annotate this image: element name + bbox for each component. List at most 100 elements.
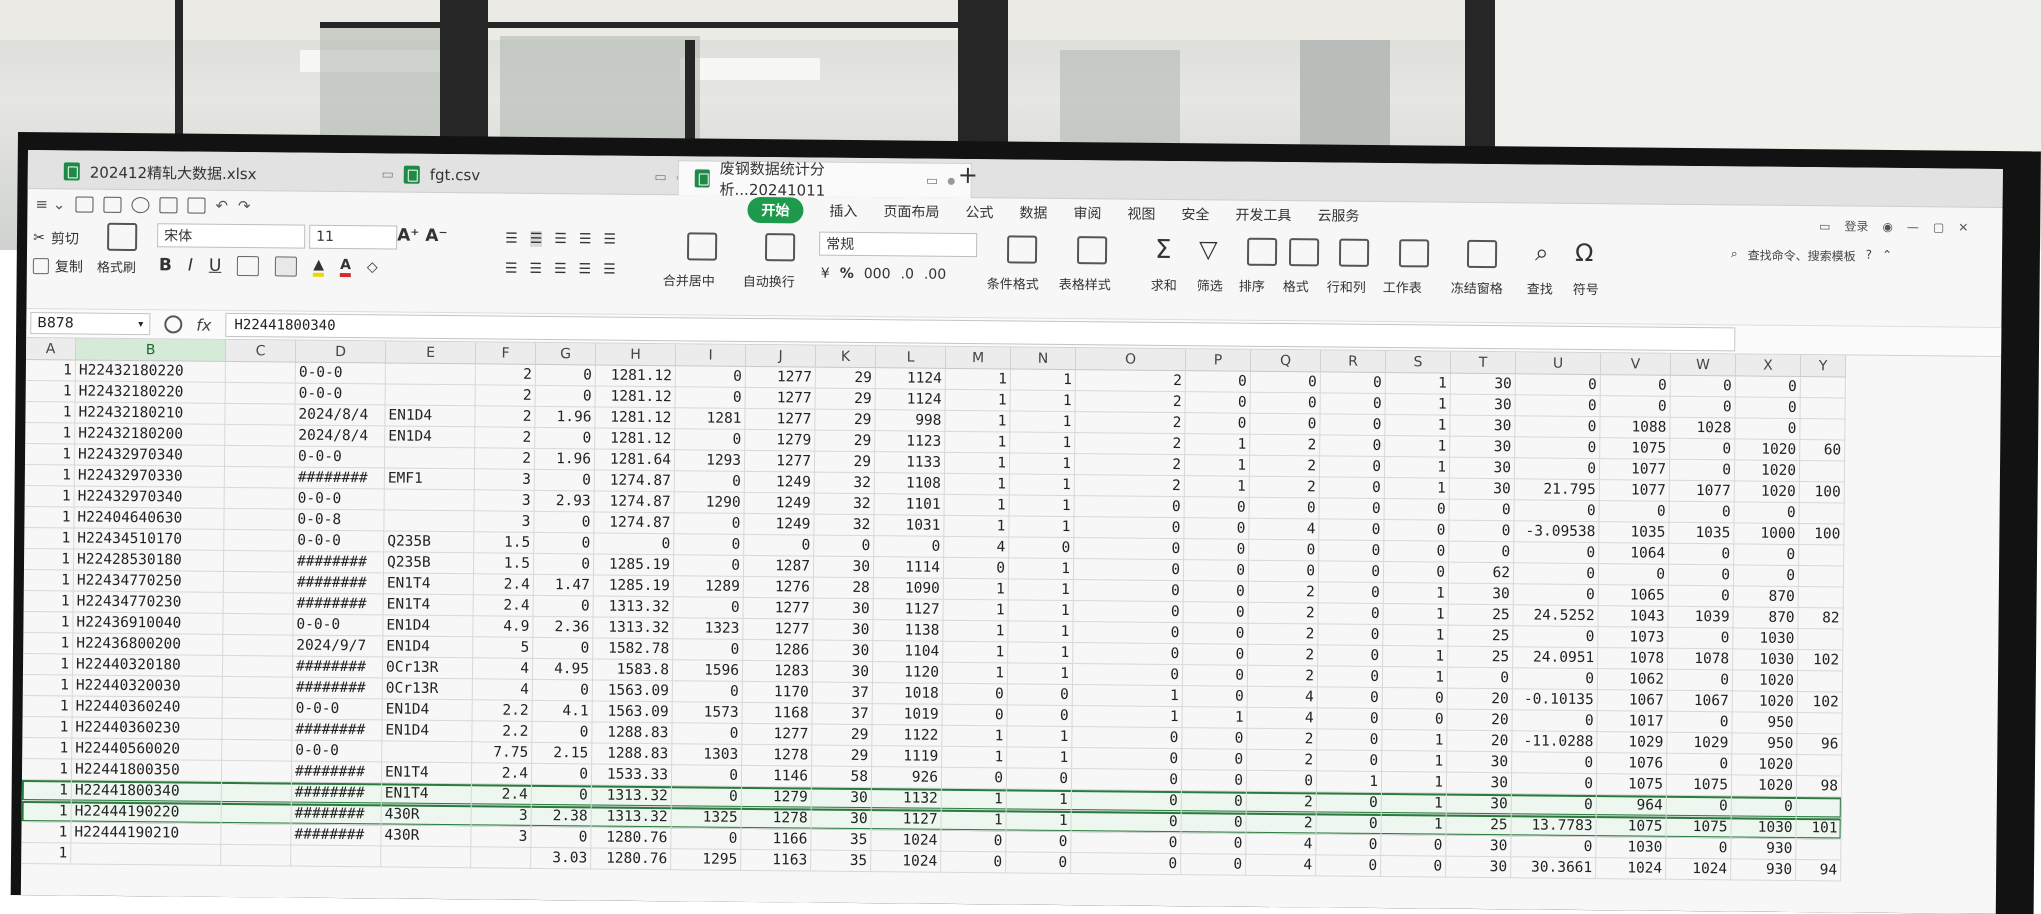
cell-b[interactable]: H22432970340 [74,444,226,467]
cell-e[interactable]: Q235B [383,552,475,575]
cell-r[interactable]: 0 [1318,603,1384,626]
cell-p[interactable]: 0 [1184,539,1250,561]
cell-b[interactable] [71,843,222,866]
cell-k[interactable]: 29 [815,367,876,390]
cell-i[interactable]: 1323 [673,618,744,640]
cell-g[interactable]: 0 [535,364,596,387]
cell-t[interactable]: 25 [1448,625,1514,648]
cell-u[interactable]: 21.795 [1514,479,1600,502]
cell-o[interactable]: 0 [1072,727,1183,750]
cell-m[interactable]: 0 [942,683,1008,706]
cell-m[interactable]: 0 [943,557,1010,580]
font-name-select[interactable]: 宋体 [157,223,306,249]
cell-t[interactable]: 0 [1449,520,1515,543]
cell-i[interactable]: 0 [671,786,742,808]
cell-n[interactable]: 1 [1006,810,1072,833]
cell-y[interactable] [1798,587,1844,609]
cell-s[interactable]: 1 [1385,415,1451,437]
cell-w[interactable]: 1067 [1667,690,1733,713]
cell-k[interactable]: 30 [811,787,872,810]
cell-i[interactable]: 1303 [672,744,743,766]
cell-j[interactable]: 1277 [745,408,816,431]
align-top-icon[interactable]: ☰ [505,231,518,247]
cell-v[interactable]: 1017 [1597,711,1668,733]
print-preview-icon[interactable] [131,196,150,214]
cell-e[interactable]: EN1T4 [383,573,474,596]
column-header-b[interactable]: B [75,338,227,362]
font-size-select[interactable]: 11 [309,224,398,250]
cell-m[interactable]: 1 [942,725,1008,748]
cell-x[interactable]: 1020 [1735,439,1801,462]
cell-l[interactable]: 1127 [873,599,944,621]
symbol-icon[interactable]: Ω [1575,239,1594,267]
cell-c[interactable] [221,760,293,783]
cell-t[interactable]: 25 [1448,604,1514,627]
cell-i[interactable]: 1596 [672,660,744,682]
cell-u[interactable]: 30.3661 [1511,857,1597,880]
cell-l[interactable]: 1019 [872,704,943,726]
cell-o[interactable]: 0 [1073,559,1185,582]
cell-h[interactable]: 1288.83 [592,743,673,766]
cell-l[interactable]: 1127 [871,809,942,831]
cell-r[interactable]: 0 [1316,792,1382,815]
cell-r[interactable]: 0 [1319,519,1385,542]
cell-n[interactable]: 1 [1007,747,1073,770]
open-icon[interactable] [75,196,94,213]
copy-button[interactable]: 复制 [32,256,83,276]
cell-c[interactable] [222,655,294,678]
cell-w[interactable]: 0 [1670,396,1736,419]
cell-k[interactable]: 32 [814,514,875,537]
cell-h[interactable]: 1281.12 [595,365,676,388]
cell-v[interactable]: 1024 [1596,858,1667,880]
cell-y[interactable]: 100 [1799,524,1845,546]
cell-r[interactable]: 0 [1319,477,1385,500]
column-header-e[interactable]: E [385,341,477,365]
cell-r[interactable]: 0 [1320,435,1386,458]
cell-j[interactable]: 1276 [743,576,814,599]
cell-i[interactable]: 1289 [673,576,744,598]
tab-developer[interactable]: 开发工具 [1235,205,1291,226]
cell-v[interactable]: 1062 [1597,669,1669,691]
cell-t[interactable]: 30 [1449,478,1515,501]
cell-f[interactable]: 1.5 [473,553,535,575]
menu-chevron-icon[interactable]: ≡ ⌄ [35,195,65,213]
cell-o[interactable]: 0 [1071,853,1182,876]
cell-d[interactable]: ######## [293,551,385,574]
cell-k[interactable]: 37 [812,703,873,726]
cell-y[interactable]: 102 [1798,650,1844,672]
cell-v[interactable]: 0 [1600,396,1671,418]
cell-x[interactable]: 930 [1731,838,1797,861]
cell-c[interactable] [224,529,295,552]
cell-j[interactable]: 1277 [743,597,814,620]
cell-l[interactable]: 1024 [871,851,942,873]
cell-o[interactable]: 0 [1071,832,1182,855]
cell-c[interactable] [221,781,292,804]
cell-k[interactable]: 30 [813,556,875,579]
cell-x[interactable]: 0 [1735,376,1801,399]
cell-t[interactable]: 20 [1447,688,1513,711]
cell-a[interactable]: 1 [21,842,72,865]
cell-e[interactable] [384,447,476,470]
cell-p[interactable]: 0 [1183,560,1250,582]
tab-view[interactable]: 视图 [1127,204,1155,224]
cell-b[interactable]: H22434770230 [73,591,224,614]
cell-a[interactable]: 1 [25,401,76,424]
cell-s[interactable]: 1 [1383,604,1449,626]
cell-l[interactable]: 1124 [875,368,946,390]
cell-y[interactable]: 96 [1797,734,1843,756]
cell-d[interactable]: ######## [292,656,384,679]
cell-e[interactable]: EN1T4 [381,762,473,785]
cell-y[interactable] [1799,461,1846,483]
cell-h[interactable]: 1533.33 [591,764,673,787]
cell-e[interactable]: EN1T4 [381,783,472,806]
cell-u[interactable]: 24.0951 [1513,647,1599,670]
cell-t[interactable]: 30 [1450,436,1516,459]
cell-b[interactable]: H22441800350 [71,759,223,782]
cell-a[interactable]: 1 [21,758,73,781]
cell-t[interactable]: 25 [1448,646,1514,669]
cell-m[interactable]: 1 [945,431,1011,454]
cell-e[interactable] [384,510,475,533]
cell-x[interactable]: 1020 [1734,481,1800,504]
cell-g[interactable]: 1.96 [535,406,596,429]
tab-document[interactable]: 202412精轧大数据.xlsx ▭ [48,154,410,191]
